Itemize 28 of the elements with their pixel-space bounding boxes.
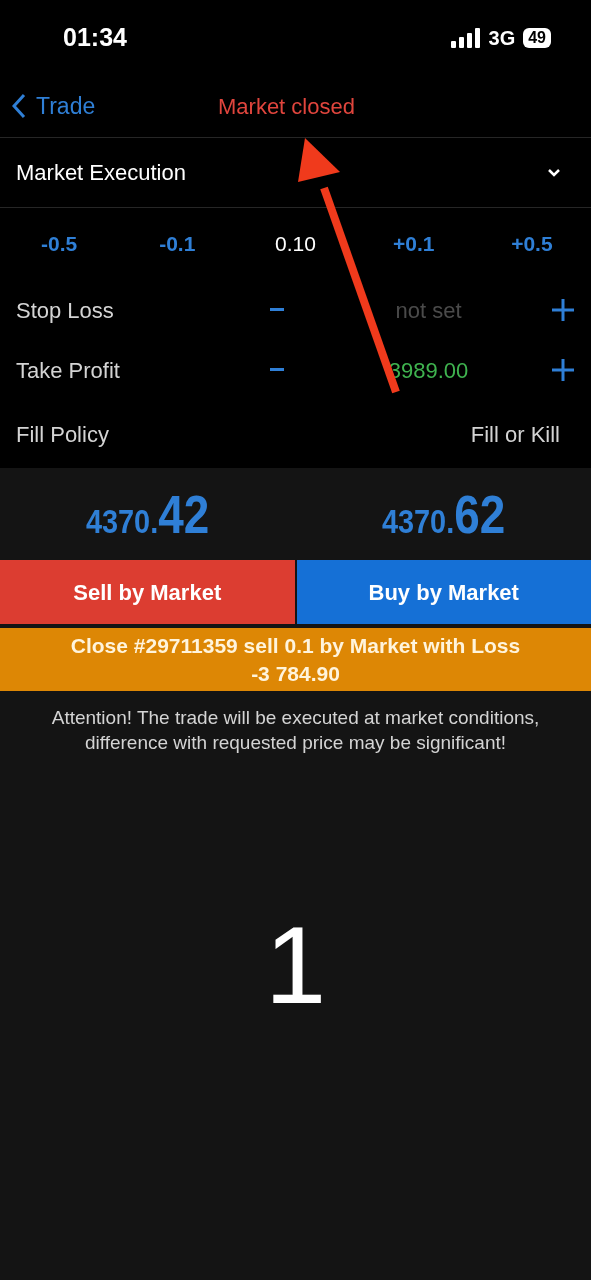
level-label: Stop Loss	[16, 296, 115, 325]
fill-policy-value[interactable]: Fill or Kill	[470, 417, 560, 451]
clock-time: 01:34	[63, 21, 127, 53]
battery-indicator: 49	[523, 27, 551, 48]
order-button[interactable]: Buy by Market	[296, 560, 591, 624]
order-button[interactable]: Sell by Market	[0, 560, 295, 624]
market-status: Market closed	[218, 92, 355, 121]
back-button[interactable]: Trade	[12, 88, 96, 124]
countdown-number: 1	[264, 910, 327, 1020]
plus-icon[interactable]	[551, 358, 575, 382]
level-value: not set	[394, 296, 463, 325]
back-chevron-icon	[12, 93, 26, 119]
network-label: 3G	[488, 25, 516, 51]
volume-step-button[interactable]: -0.5	[41, 228, 78, 260]
volume-step-button[interactable]: +0.1	[392, 228, 435, 260]
chevron-down-icon	[547, 168, 561, 177]
volume-step-button[interactable]: +0.5	[511, 228, 553, 260]
minus-icon[interactable]	[270, 368, 284, 372]
fill-policy-label: Fill Policy	[16, 420, 109, 449]
volume-value: 0.10	[275, 231, 316, 258]
price-quote: 4370.42	[86, 482, 210, 546]
price-quote: 4370.62	[381, 482, 505, 546]
signal-icon	[450, 27, 481, 48]
minus-icon[interactable]	[270, 308, 284, 312]
warning-text: Attention! The trade will be executed at market conditions, difference with requested price may be significant!	[50, 706, 541, 755]
plus-icon[interactable]	[551, 298, 575, 322]
volume-step-button[interactable]: -0.1	[159, 228, 196, 260]
level-label: Take Profit	[16, 356, 121, 385]
